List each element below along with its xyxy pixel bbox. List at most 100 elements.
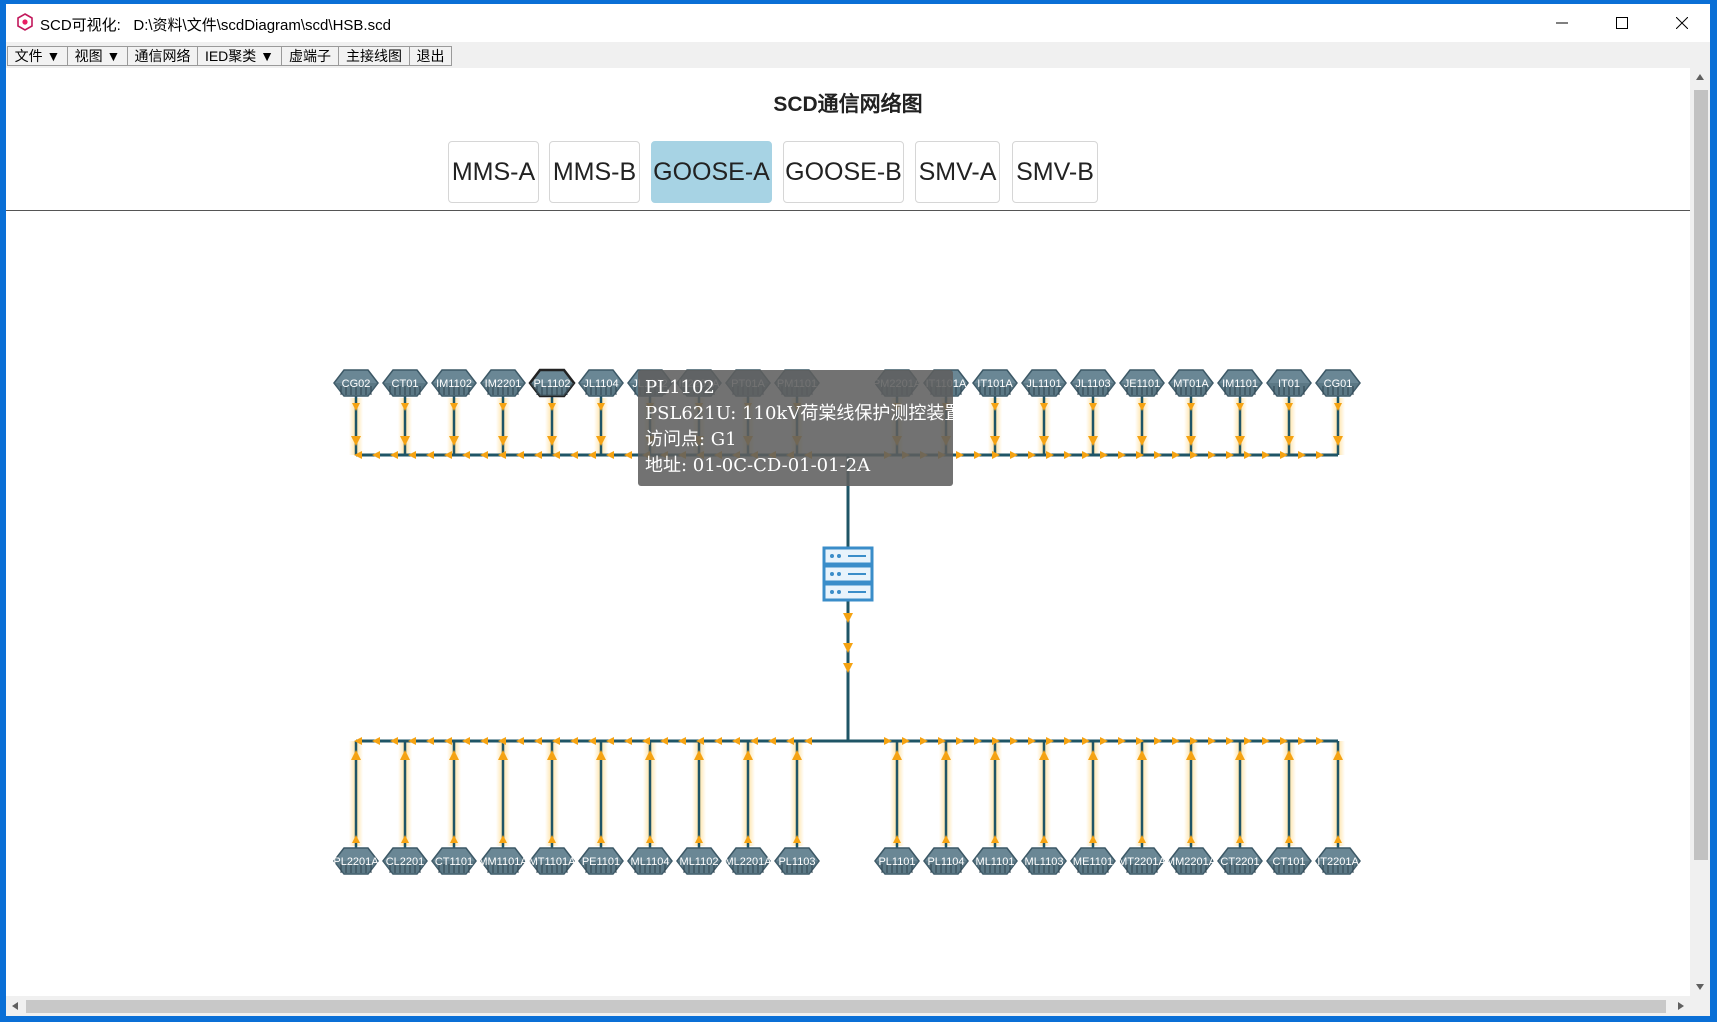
flow-arrow: [714, 737, 722, 745]
ied-device-bottom[interactable]: MM2201A: [1166, 847, 1217, 875]
flow-arrow: [516, 737, 524, 745]
ied-device-top[interactable]: CT01: [382, 369, 428, 397]
ied-device-bottom[interactable]: ML1101: [972, 847, 1018, 875]
ied-device-top[interactable]: CG01: [1315, 369, 1361, 397]
flow-arrow: [462, 451, 470, 459]
ied-device-bottom[interactable]: MT2201A: [1118, 847, 1167, 875]
flow-arrow: [678, 737, 686, 745]
device-label: ML1102: [680, 856, 719, 868]
ied-device-bottom[interactable]: ML1104: [627, 847, 673, 875]
horizontal-scrollbar[interactable]: [6, 996, 1710, 1016]
flow-arrow: [1118, 737, 1126, 745]
flow-arrow: [588, 451, 596, 459]
ied-device-bottom[interactable]: MT1101A: [529, 847, 577, 875]
ied-device-top[interactable]: IT01: [1266, 369, 1312, 397]
ied-device-top[interactable]: IM1101: [1217, 369, 1263, 397]
flow-arrow: [1064, 451, 1072, 459]
app-logo-icon: [17, 13, 33, 31]
main-content: SCD通信网络图 MMS-A MMS-B GOOSE-A GOOSE-B SMV…: [6, 68, 1690, 996]
flow-arrow: [426, 451, 434, 459]
flow-arrow: [624, 737, 632, 745]
flow-arrow: [534, 737, 542, 745]
ied-device-bottom[interactable]: CT2201: [1217, 847, 1263, 875]
device-label: CT2201: [1220, 856, 1259, 868]
flow-arrow: [1316, 451, 1324, 459]
ied-device-top[interactable]: JL1101: [1021, 369, 1067, 397]
ied-device-bottom[interactable]: PL1104: [923, 847, 969, 875]
device-label: PL1104: [927, 856, 964, 868]
device-label: IT01: [1278, 378, 1300, 390]
switch-icon[interactable]: [822, 546, 874, 602]
close-button[interactable]: [1652, 4, 1712, 42]
ied-device-bottom[interactable]: CT101: [1266, 847, 1312, 875]
page-title: SCD通信网络图: [773, 93, 923, 116]
minimize-button[interactable]: [1532, 4, 1592, 42]
flow-arrow: [1244, 737, 1252, 745]
device-label: JL1101: [1026, 378, 1061, 390]
tab-goose-b[interactable]: GOOSE-B: [783, 141, 904, 203]
ied-device-bottom[interactable]: ML2201A: [724, 847, 772, 875]
device-label: IM1102: [436, 378, 472, 390]
device-label: JE1101: [1124, 378, 1161, 390]
tab-smv-b[interactable]: SMV-B: [1012, 141, 1098, 203]
tooltip-access-point: 访问点: G1: [645, 429, 737, 450]
close-icon: [1676, 17, 1688, 29]
ied-device-top[interactable]: IM2201: [480, 369, 526, 397]
menu-main-wiring[interactable]: 主接线图: [338, 46, 410, 66]
app-window: SCD可视化: D:\资料\文件\scdDiagram\scd\HSB.scd …: [6, 4, 1710, 1016]
flow-arrow: [534, 451, 542, 459]
ied-device-bottom[interactable]: IT2201A: [1315, 847, 1361, 875]
horizontal-scroll-thumb[interactable]: [26, 1000, 1666, 1013]
menu-comm-network[interactable]: 通信网络: [127, 46, 198, 66]
maximize-button[interactable]: [1592, 4, 1652, 42]
device-label: IT2201A: [1317, 856, 1359, 868]
ied-device-bottom[interactable]: MM1101A: [478, 847, 528, 875]
minimize-icon: [1556, 22, 1568, 24]
flow-arrow: [1316, 737, 1324, 745]
ied-device-top[interactable]: IT101A: [972, 369, 1018, 397]
ied-device-bottom[interactable]: PL1101: [874, 847, 920, 875]
flow-arrow: [390, 737, 398, 745]
tab-smv-a[interactable]: SMV-A: [915, 141, 1000, 203]
menu-file[interactable]: 文件 ▼: [7, 46, 68, 66]
tab-goose-a[interactable]: GOOSE-A: [651, 141, 772, 203]
title-bar: SCD可视化: D:\资料\文件\scdDiagram\scd\HSB.scd: [6, 4, 1710, 42]
ied-device-top[interactable]: PL1102: [528, 368, 576, 398]
ied-device-bottom[interactable]: ML1102: [676, 847, 722, 875]
ied-device-bottom[interactable]: CT1101: [431, 847, 477, 875]
ied-device-bottom[interactable]: PE1101: [578, 847, 624, 875]
ied-device-bottom[interactable]: CL2201: [382, 847, 428, 875]
device-label: MM2201A: [1166, 856, 1217, 868]
flow-arrow: [1262, 451, 1270, 459]
ied-device-top[interactable]: MT01A: [1168, 369, 1214, 397]
ied-device-top[interactable]: IM1102: [431, 369, 477, 397]
flow-arrow: [1208, 737, 1216, 745]
menu-view[interactable]: 视图 ▼: [67, 46, 128, 66]
device-label: CT1101: [435, 856, 473, 868]
ied-device-bottom[interactable]: PL2201A: [333, 847, 379, 875]
device-label: CT01: [392, 378, 419, 390]
flow-arrow: [1244, 451, 1252, 459]
menu-exit[interactable]: 退出: [409, 46, 452, 66]
tab-mms-b[interactable]: MMS-B: [549, 141, 640, 203]
ied-device-bottom[interactable]: PL1103: [774, 847, 820, 875]
ied-device-top[interactable]: JL1103: [1070, 369, 1116, 397]
ied-device-top[interactable]: CG02: [333, 369, 379, 397]
flow-arrow: [1010, 451, 1018, 459]
ied-device-top[interactable]: JE1101: [1119, 369, 1165, 397]
tooltip-address: 地址: 01-0C-CD-01-01-2A: [645, 455, 871, 476]
flow-arrow: [1172, 737, 1180, 745]
flow-arrow: [1172, 451, 1180, 459]
flow-arrow: [480, 451, 488, 459]
flow-arrow: [570, 737, 578, 745]
ied-device-top[interactable]: JL1104: [578, 369, 624, 397]
device-label: MT2201A: [1118, 856, 1166, 868]
vertical-scroll-thumb[interactable]: [1694, 90, 1708, 860]
menu-ied-cluster[interactable]: IED聚类 ▼: [197, 46, 282, 66]
ied-device-bottom[interactable]: ME1101: [1070, 847, 1116, 875]
flow-arrow: [1298, 451, 1306, 459]
ied-device-bottom[interactable]: ML1103: [1021, 847, 1067, 875]
vertical-scrollbar[interactable]: [1690, 68, 1710, 996]
menu-virtual-terminal[interactable]: 虚端子: [281, 46, 339, 66]
tab-mms-a[interactable]: MMS-A: [448, 141, 539, 203]
